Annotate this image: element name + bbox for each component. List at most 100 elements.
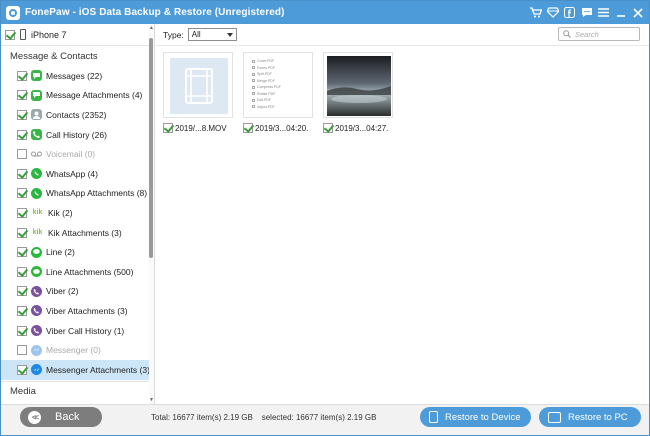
item-checkbox[interactable] — [17, 247, 27, 258]
scroll-up-icon[interactable]: ▲ — [149, 24, 154, 32]
document-line-bullet — [252, 79, 255, 83]
type-dropdown[interactable]: All — [187, 28, 237, 41]
back-arrow-icon: << — [28, 410, 41, 424]
section-message-contacts[interactable]: Message & Contacts — [1, 46, 154, 66]
item-checkbox[interactable] — [17, 345, 27, 356]
diamond-icon[interactable] — [545, 5, 560, 20]
sidebar-item-viber-call-history[interactable]: Viber Call History (1) — [1, 321, 154, 341]
item-checkbox[interactable] — [17, 109, 27, 120]
sidebar-item-label: Message Attachments (4) — [46, 90, 143, 101]
sidebar-item-voicemail[interactable]: Voicemail (0) — [1, 144, 154, 164]
line-icon — [31, 266, 42, 278]
messages-icon — [31, 70, 42, 82]
sidebar-item-whatsapp-attachments[interactable]: WhatsApp Attachments (8) — [1, 184, 154, 204]
file-checkbox[interactable] — [323, 123, 333, 133]
sidebar-item-viber[interactable]: Viber (2) — [1, 282, 154, 302]
item-checkbox[interactable] — [17, 90, 27, 101]
document-line-text: Forms.PDF — [257, 65, 275, 70]
device-row[interactable]: iPhone 7 — [1, 24, 154, 46]
sidebar-item-kik[interactable]: kik Kik (2) — [1, 203, 154, 223]
contacts-icon — [31, 109, 42, 121]
file-caption[interactable]: 2019/3...04:20. — [243, 123, 308, 133]
sidebar-item-contacts[interactable]: Contacts (2352) — [1, 105, 154, 125]
section-media[interactable]: Media — [1, 380, 154, 401]
sidebar-item-whatsapp[interactable]: WhatsApp (4) — [1, 164, 154, 184]
item-checkbox[interactable] — [17, 188, 27, 199]
sidebar-item-messenger-attachments[interactable]: Messenger Attachments (3) — [1, 359, 154, 380]
sidebar-item-messenger[interactable]: Messenger (0) — [1, 340, 154, 360]
document-line-text: Split.PDF — [257, 72, 272, 77]
file-thumbnail-photo[interactable] — [323, 52, 393, 118]
sidebar-item-label: Viber Attachments (3) — [46, 305, 128, 316]
fonepaw-logo-icon — [6, 5, 20, 20]
search-icon — [563, 30, 571, 38]
item-checkbox[interactable] — [17, 149, 27, 160]
sidebar-item-call-history[interactable]: Call History (26) — [1, 125, 154, 145]
sidebar-item-label: Kik Attachments (3) — [48, 227, 122, 238]
message-attachments-icon — [31, 89, 42, 101]
item-checkbox[interactable] — [17, 227, 27, 238]
device-name: iPhone 7 — [31, 29, 67, 40]
document-line-text: Rotate.PDF — [257, 91, 276, 96]
menu-icon[interactable] — [596, 5, 611, 20]
file-thumbnail-document[interactable]: Cover.PDF Forms.PDF Split.PDF Merge.PDF Comp… — [243, 52, 313, 118]
minimize-icon[interactable] — [613, 5, 628, 20]
document-line-text: Adjust.PDF — [257, 104, 275, 109]
window-title: FonePaw - iOS Data Backup & Restore (Unr… — [25, 7, 285, 18]
document-preview: Cover.PDF Forms.PDF Split.PDF Merge.PDF Comp… — [252, 55, 306, 117]
item-checkbox[interactable] — [17, 70, 27, 81]
file-caption[interactable]: 2019/3...04:27. — [323, 123, 388, 133]
file-caption[interactable]: 2019/...8.MOV — [163, 123, 227, 133]
scroll-down-icon[interactable]: ▼ — [149, 396, 154, 404]
close-icon[interactable] — [630, 5, 645, 20]
scrollbar-thumb[interactable] — [149, 38, 153, 258]
facebook-icon[interactable] — [562, 5, 577, 20]
sidebar-item-line[interactable]: Line (2) — [1, 242, 154, 262]
document-line-bullet — [252, 92, 255, 96]
footer-bar: << Back Total: 16677 item(s) 2.19 GB sel… — [1, 404, 649, 435]
sidebar-scrollbar[interactable]: ▲ ▼ — [149, 24, 154, 404]
file-thumbnail-video[interactable] — [163, 52, 233, 118]
app-window: FonePaw - iOS Data Backup & Restore (Unr… — [0, 0, 650, 436]
item-checkbox[interactable] — [17, 168, 27, 179]
document-line-text: Edit.PDF — [257, 98, 272, 103]
voicemail-icon — [31, 149, 42, 160]
sidebar-item-viber-attachments[interactable]: Viber Attachments (3) — [1, 301, 154, 321]
item-checkbox[interactable] — [17, 286, 27, 297]
cart-icon[interactable] — [528, 5, 543, 20]
sidebar-item-message-attachments[interactable]: Message Attachments (4) — [1, 86, 154, 106]
device-checkbox[interactable] — [5, 29, 15, 40]
sidebar-item-line-attachments[interactable]: Line Attachments (500) — [1, 262, 154, 282]
sidebar-item-label: Voicemail (0) — [46, 149, 96, 160]
title-bar: FonePaw - iOS Data Backup & Restore (Unr… — [1, 1, 649, 24]
restore-to-device-button[interactable]: Restore to Device — [420, 407, 531, 427]
sidebar-item-label: Messages (22) — [46, 70, 103, 81]
chat-icon[interactable] — [579, 5, 594, 20]
restore-to-pc-button[interactable]: Restore to PC — [539, 407, 641, 427]
sidebar-item-kik-attachments[interactable]: kik Kik Attachments (3) — [1, 223, 154, 243]
item-checkbox[interactable] — [17, 364, 27, 375]
item-checkbox[interactable] — [17, 129, 27, 140]
filter-toolbar: Type: All Search — [156, 24, 649, 46]
file-browser: Type: All Search 2019/...8.MOV Cover.PDF… — [156, 24, 649, 404]
search-input[interactable]: Search — [558, 27, 640, 41]
sidebar-item-label: Messenger Attachments (3) — [46, 364, 150, 375]
sidebar-item-messages[interactable]: Messages (22) — [1, 66, 154, 86]
sidebar-item-label: Line (2) — [46, 247, 75, 258]
chevron-down-icon — [226, 33, 233, 37]
document-line-bullet — [252, 72, 255, 76]
item-summary: Total: 16677 item(s) 2.19 GB selected: 1… — [151, 413, 376, 422]
document-line-bullet — [252, 59, 255, 63]
file-checkbox[interactable] — [243, 123, 253, 133]
video-file-icon — [170, 58, 228, 114]
item-checkbox[interactable] — [17, 266, 27, 277]
file-name: 2019/3...04:27. — [335, 123, 389, 133]
file-name: 2019/3...04:20. — [255, 123, 309, 133]
item-checkbox[interactable] — [17, 305, 27, 316]
document-line: Adjust.PDF — [252, 104, 306, 111]
item-checkbox[interactable] — [17, 325, 27, 336]
file-checkbox[interactable] — [163, 123, 173, 133]
search-placeholder: Search — [575, 29, 599, 39]
back-button[interactable]: << Back — [20, 407, 102, 427]
item-checkbox[interactable] — [17, 207, 27, 218]
